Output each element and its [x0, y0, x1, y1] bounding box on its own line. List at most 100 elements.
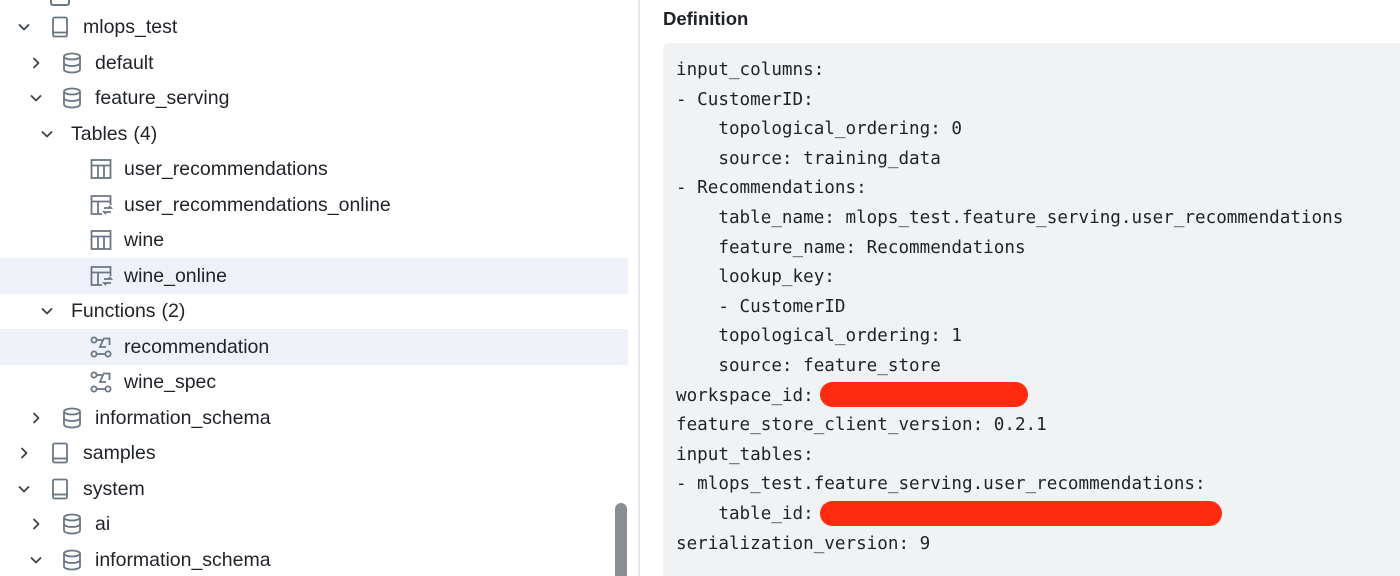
tree-item-information-schema[interactable]: information_schema [0, 400, 628, 436]
tree-item-recommendation[interactable]: recommendation [0, 329, 628, 365]
code-line-text: table_id: [676, 504, 814, 524]
tree-item-label: default [95, 52, 154, 75]
code-line: table_id: [676, 500, 1222, 527]
code-line: workspace_id: [676, 382, 1028, 409]
online-table-icon [89, 264, 114, 288]
code-line: topological_ordering: 0 [676, 116, 962, 142]
tree-item-user-recommendations[interactable]: user_recommendations [0, 151, 628, 187]
tree-item-label: recommendation [124, 336, 269, 359]
table-icon [89, 157, 113, 181]
tree-item-text: default [95, 51, 154, 74]
tree-item-ai[interactable]: ai [0, 506, 628, 542]
code-line-text: workspace_id: [676, 385, 814, 406]
tree-scrollbar[interactable] [615, 503, 627, 576]
tree-item-text: ai [95, 512, 111, 535]
tree-item-wine-online[interactable]: wine_online [0, 258, 628, 294]
tree-item-wine-spec[interactable]: wine_spec [0, 364, 628, 400]
code-line-text: lookup_key: [676, 267, 835, 288]
code-line-text: input_columns: [676, 60, 825, 80]
schema-icon [60, 512, 84, 536]
code-line: topological_ordering: 1 [676, 323, 962, 349]
definition-title: Definition [663, 8, 749, 29]
code-line: - CustomerID [676, 294, 845, 320]
catalog-tree: mlops_testdefault feature_serving Tables (4… [0, 0, 638, 576]
tree-item-label: information_schema [95, 407, 271, 430]
chevron-right-icon[interactable] [17, 446, 31, 460]
tree-item-text: recommendation [124, 335, 270, 358]
tree-item-label: wine_online [124, 265, 227, 288]
tree-item-information-schema[interactable]: information_schema [0, 542, 628, 576]
function-icon [89, 370, 113, 394]
code-line: table_name: mlops_test.feature_serving.u… [676, 205, 1343, 231]
tree-item-text: user_recommendations [124, 157, 328, 180]
tree-item-mlops-test[interactable]: mlops_test [0, 9, 628, 45]
tree-item-text: Functions [71, 299, 156, 322]
tree-item-label: mlops_test [83, 16, 177, 39]
code-line: - Recommendations: [676, 175, 867, 201]
redaction-mark [819, 382, 1028, 408]
tree-item-wine[interactable]: wine [0, 222, 628, 258]
tree-item-text: information_schema [95, 406, 271, 429]
code-line-text: serialization_version: 9 [676, 533, 931, 554]
chevron-right-icon[interactable] [29, 517, 43, 531]
tree-item-text: mlops_test [83, 15, 178, 38]
tree-item-count: (2) [161, 299, 186, 322]
tree-item-label: Tables (4) [71, 123, 157, 146]
redaction-mark [819, 500, 1222, 526]
code-line-text: - Recommendations: [676, 178, 867, 199]
chevron-down-icon[interactable] [17, 20, 31, 34]
code-line: source: feature_store [676, 353, 940, 379]
tree-item-label: ai [95, 513, 110, 536]
tree-item-system[interactable]: system [0, 471, 628, 507]
code-line: source: training_data [676, 146, 941, 172]
code-line: serialization_version: 9 [676, 531, 930, 557]
code-line: input_columns: [676, 57, 824, 83]
code-line-text: - CustomerID [676, 296, 846, 317]
tree-item-default[interactable]: default [0, 45, 628, 81]
code-line: - CustomerID: [676, 87, 814, 113]
chevron-right-icon[interactable] [29, 56, 43, 70]
tree-item-samples[interactable]: samples [0, 435, 628, 471]
tree-item-label: Functions (2) [71, 300, 185, 323]
chevron-down-icon[interactable] [29, 91, 43, 105]
tree-item-feature-serving[interactable]: feature_serving [0, 80, 628, 116]
tree-item-label: user_recommendations [124, 158, 328, 181]
function-icon [89, 335, 113, 359]
code-line-text: source: training_data [676, 148, 941, 169]
chevron-right-icon[interactable] [29, 411, 43, 425]
chevron-down-icon[interactable] [17, 482, 31, 496]
tree-item-label: samples [83, 442, 156, 465]
catalog-icon [48, 15, 72, 39]
tree-item-label: wine [124, 229, 164, 252]
table-icon [89, 228, 113, 252]
tree-item-text: wine_spec [124, 370, 217, 393]
schema-icon [60, 86, 84, 110]
tree-item-label: information_schema [95, 549, 271, 572]
tree-item-functions[interactable]: Functions (2) [0, 293, 628, 329]
online-table-icon [89, 193, 114, 217]
tree-item-label: wine_spec [124, 371, 216, 394]
chevron-down-icon[interactable] [40, 304, 54, 318]
tree-item-text: system [83, 477, 145, 500]
tree-item-text: feature_serving [95, 86, 230, 109]
code-line-text: topological_ordering: 0 [676, 119, 962, 140]
tree-item-tables[interactable]: Tables (4) [0, 116, 628, 152]
schema-icon [60, 51, 84, 75]
pane-divider[interactable] [638, 0, 640, 576]
tree-item-label: system [83, 478, 145, 501]
tree-item-user-recommendations-online[interactable]: user_recommendations_online [0, 187, 628, 223]
tree-item-text: wine_online [124, 264, 227, 287]
tree-item-text: information_schema [95, 548, 271, 571]
tree-item-text: wine [124, 228, 165, 251]
code-line: lookup_key: [676, 264, 835, 290]
tree-item-label: feature_serving [95, 87, 229, 110]
tree-item-label: user_recommendations_online [124, 194, 391, 217]
tree-item-count: (4) [133, 122, 158, 145]
chevron-down-icon[interactable] [40, 127, 54, 141]
catalog-icon [48, 441, 72, 465]
chevron-down-icon[interactable] [29, 553, 43, 567]
code-line: feature_store_client_version: 0.2.1 [676, 412, 1047, 438]
catalog-icon [48, 477, 72, 501]
code-line: feature_name: Recommendations [676, 235, 1025, 261]
code-line: input_tables: [676, 442, 814, 468]
